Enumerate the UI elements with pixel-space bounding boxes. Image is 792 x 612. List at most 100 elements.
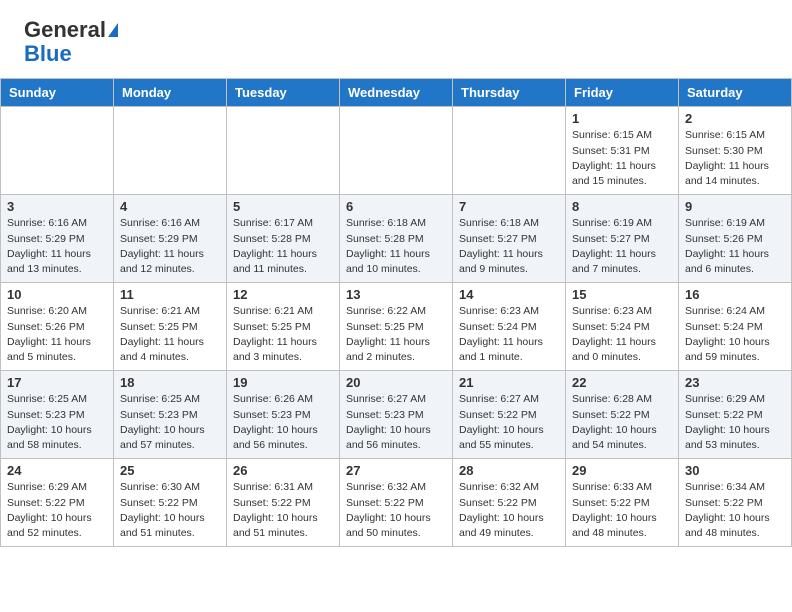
day-number: 24 (7, 463, 107, 478)
calendar-cell: 5Sunrise: 6:17 AMSunset: 5:28 PMDaylight… (227, 195, 340, 283)
calendar-cell: 23 Sunrise: 6:29 AMSunset: 5:22 PMDayligh… (679, 371, 792, 459)
calendar-week-row: 17 Sunrise: 6:25 AMSunset: 5:23 PMDayligh… (1, 371, 792, 459)
calendar-cell: 19 Sunrise: 6:26 AMSunset: 5:23 PMDayligh… (227, 371, 340, 459)
day-info: Sunrise: 6:29 AMSunset: 5:22 PMDaylight:… (7, 480, 107, 541)
day-number: 30 (685, 463, 785, 478)
day-number: 22 (572, 375, 672, 390)
day-number: 29 (572, 463, 672, 478)
logo-general-text: General (24, 18, 106, 42)
calendar-header-row: SundayMondayTuesdayWednesdayThursdayFrid… (1, 79, 792, 107)
day-info: Sunrise: 6:20 AMSunset: 5:26 PMDaylight:… (7, 304, 107, 365)
day-info: Sunrise: 6:19 AMSunset: 5:26 PMDaylight:… (685, 216, 785, 277)
day-number: 23 (685, 375, 785, 390)
calendar-cell: 27Sunrise: 6:32 AMSunset: 5:22 PMDayligh… (340, 459, 453, 547)
calendar-cell: 4 Sunrise: 6:16 AMSunset: 5:29 PMDaylight… (114, 195, 227, 283)
day-number: 2 (685, 111, 785, 126)
calendar-day-header: Monday (114, 79, 227, 107)
calendar-day-header: Friday (566, 79, 679, 107)
day-info: Sunrise: 6:24 AMSunset: 5:24 PMDaylight:… (685, 304, 785, 365)
calendar-cell (227, 107, 340, 195)
day-number: 26 (233, 463, 333, 478)
calendar-cell (114, 107, 227, 195)
calendar-cell: 15 Sunrise: 6:23 AMSunset: 5:24 PMDayligh… (566, 283, 679, 371)
day-number: 7 (459, 199, 559, 214)
day-number: 13 (346, 287, 446, 302)
day-number: 12 (233, 287, 333, 302)
day-info: Sunrise: 6:21 AMSunset: 5:25 PMDaylight:… (120, 304, 220, 365)
calendar-day-header: Saturday (679, 79, 792, 107)
calendar-cell: 17 Sunrise: 6:25 AMSunset: 5:23 PMDayligh… (1, 371, 114, 459)
day-number: 20 (346, 375, 446, 390)
calendar-cell: 20 Sunrise: 6:27 AMSunset: 5:23 PMDayligh… (340, 371, 453, 459)
calendar-cell (1, 107, 114, 195)
calendar-cell: 7 Sunrise: 6:18 AMSunset: 5:27 PMDaylight… (453, 195, 566, 283)
calendar-day-header: Tuesday (227, 79, 340, 107)
page-header: General Blue (0, 0, 792, 74)
day-info: Sunrise: 6:27 AMSunset: 5:22 PMDaylight:… (459, 392, 559, 453)
day-number: 9 (685, 199, 785, 214)
calendar-cell: 29 Sunrise: 6:33 AMSunset: 5:22 PMDayligh… (566, 459, 679, 547)
calendar-cell (453, 107, 566, 195)
day-number: 18 (120, 375, 220, 390)
calendar-day-header: Wednesday (340, 79, 453, 107)
calendar-day-header: Sunday (1, 79, 114, 107)
calendar-week-row: 10 Sunrise: 6:20 AMSunset: 5:26 PMDayligh… (1, 283, 792, 371)
day-info: Sunrise: 6:26 AMSunset: 5:23 PMDaylight:… (233, 392, 333, 453)
calendar-cell: 24 Sunrise: 6:29 AMSunset: 5:22 PMDayligh… (1, 459, 114, 547)
day-number: 4 (120, 199, 220, 214)
day-number: 3 (7, 199, 107, 214)
day-info: Sunrise: 6:32 AMSunset: 5:22 PMDaylight:… (459, 480, 559, 541)
calendar-cell: 12Sunrise: 6:21 AMSunset: 5:25 PMDayligh… (227, 283, 340, 371)
day-number: 21 (459, 375, 559, 390)
day-info: Sunrise: 6:34 AMSunset: 5:22 PMDaylight:… (685, 480, 785, 541)
calendar-cell: 22 Sunrise: 6:28 AMSunset: 5:22 PMDayligh… (566, 371, 679, 459)
day-info: Sunrise: 6:28 AMSunset: 5:22 PMDaylight:… (572, 392, 672, 453)
calendar-week-row: 24 Sunrise: 6:29 AMSunset: 5:22 PMDayligh… (1, 459, 792, 547)
day-number: 11 (120, 287, 220, 302)
calendar-cell: 10 Sunrise: 6:20 AMSunset: 5:26 PMDayligh… (1, 283, 114, 371)
calendar-cell: 16 Sunrise: 6:24 AMSunset: 5:24 PMDayligh… (679, 283, 792, 371)
day-number: 15 (572, 287, 672, 302)
day-number: 27 (346, 463, 446, 478)
calendar-cell: 30 Sunrise: 6:34 AMSunset: 5:22 PMDayligh… (679, 459, 792, 547)
day-info: Sunrise: 6:15 AMSunset: 5:30 PMDaylight:… (685, 128, 785, 189)
day-info: Sunrise: 6:18 AMSunset: 5:28 PMDaylight:… (346, 216, 446, 277)
day-info: Sunrise: 6:29 AMSunset: 5:22 PMDaylight:… (685, 392, 785, 453)
calendar-cell: 9 Sunrise: 6:19 AMSunset: 5:26 PMDaylight… (679, 195, 792, 283)
calendar-cell: 18 Sunrise: 6:25 AMSunset: 5:23 PMDayligh… (114, 371, 227, 459)
calendar-cell: 1 Sunrise: 6:15 AMSunset: 5:31 PMDaylight… (566, 107, 679, 195)
day-info: Sunrise: 6:23 AMSunset: 5:24 PMDaylight:… (459, 304, 559, 365)
day-number: 14 (459, 287, 559, 302)
calendar-cell: 3 Sunrise: 6:16 AMSunset: 5:29 PMDaylight… (1, 195, 114, 283)
day-number: 8 (572, 199, 672, 214)
day-info: Sunrise: 6:16 AMSunset: 5:29 PMDaylight:… (120, 216, 220, 277)
calendar-cell (340, 107, 453, 195)
calendar-cell: 8Sunrise: 6:19 AMSunset: 5:27 PMDaylight… (566, 195, 679, 283)
day-info: Sunrise: 6:33 AMSunset: 5:22 PMDaylight:… (572, 480, 672, 541)
day-info: Sunrise: 6:15 AMSunset: 5:31 PMDaylight:… (572, 128, 672, 189)
day-info: Sunrise: 6:25 AMSunset: 5:23 PMDaylight:… (120, 392, 220, 453)
calendar-cell: 13Sunrise: 6:22 AMSunset: 5:25 PMDayligh… (340, 283, 453, 371)
day-number: 25 (120, 463, 220, 478)
calendar-week-row: 3 Sunrise: 6:16 AMSunset: 5:29 PMDaylight… (1, 195, 792, 283)
day-number: 16 (685, 287, 785, 302)
day-number: 10 (7, 287, 107, 302)
calendar-day-header: Thursday (453, 79, 566, 107)
logo-blue-text: Blue (24, 42, 72, 66)
day-number: 28 (459, 463, 559, 478)
day-info: Sunrise: 6:23 AMSunset: 5:24 PMDaylight:… (572, 304, 672, 365)
calendar-cell: 6Sunrise: 6:18 AMSunset: 5:28 PMDaylight… (340, 195, 453, 283)
day-info: Sunrise: 6:27 AMSunset: 5:23 PMDaylight:… (346, 392, 446, 453)
calendar-cell: 2 Sunrise: 6:15 AMSunset: 5:30 PMDaylight… (679, 107, 792, 195)
day-info: Sunrise: 6:25 AMSunset: 5:23 PMDaylight:… (7, 392, 107, 453)
day-info: Sunrise: 6:18 AMSunset: 5:27 PMDaylight:… (459, 216, 559, 277)
calendar-cell: 28 Sunrise: 6:32 AMSunset: 5:22 PMDayligh… (453, 459, 566, 547)
day-number: 1 (572, 111, 672, 126)
day-number: 19 (233, 375, 333, 390)
calendar-cell: 25 Sunrise: 6:30 AMSunset: 5:22 PMDayligh… (114, 459, 227, 547)
day-info: Sunrise: 6:17 AMSunset: 5:28 PMDaylight:… (233, 216, 333, 277)
day-number: 17 (7, 375, 107, 390)
logo: General Blue (24, 18, 118, 66)
day-info: Sunrise: 6:30 AMSunset: 5:22 PMDaylight:… (120, 480, 220, 541)
day-info: Sunrise: 6:16 AMSunset: 5:29 PMDaylight:… (7, 216, 107, 277)
